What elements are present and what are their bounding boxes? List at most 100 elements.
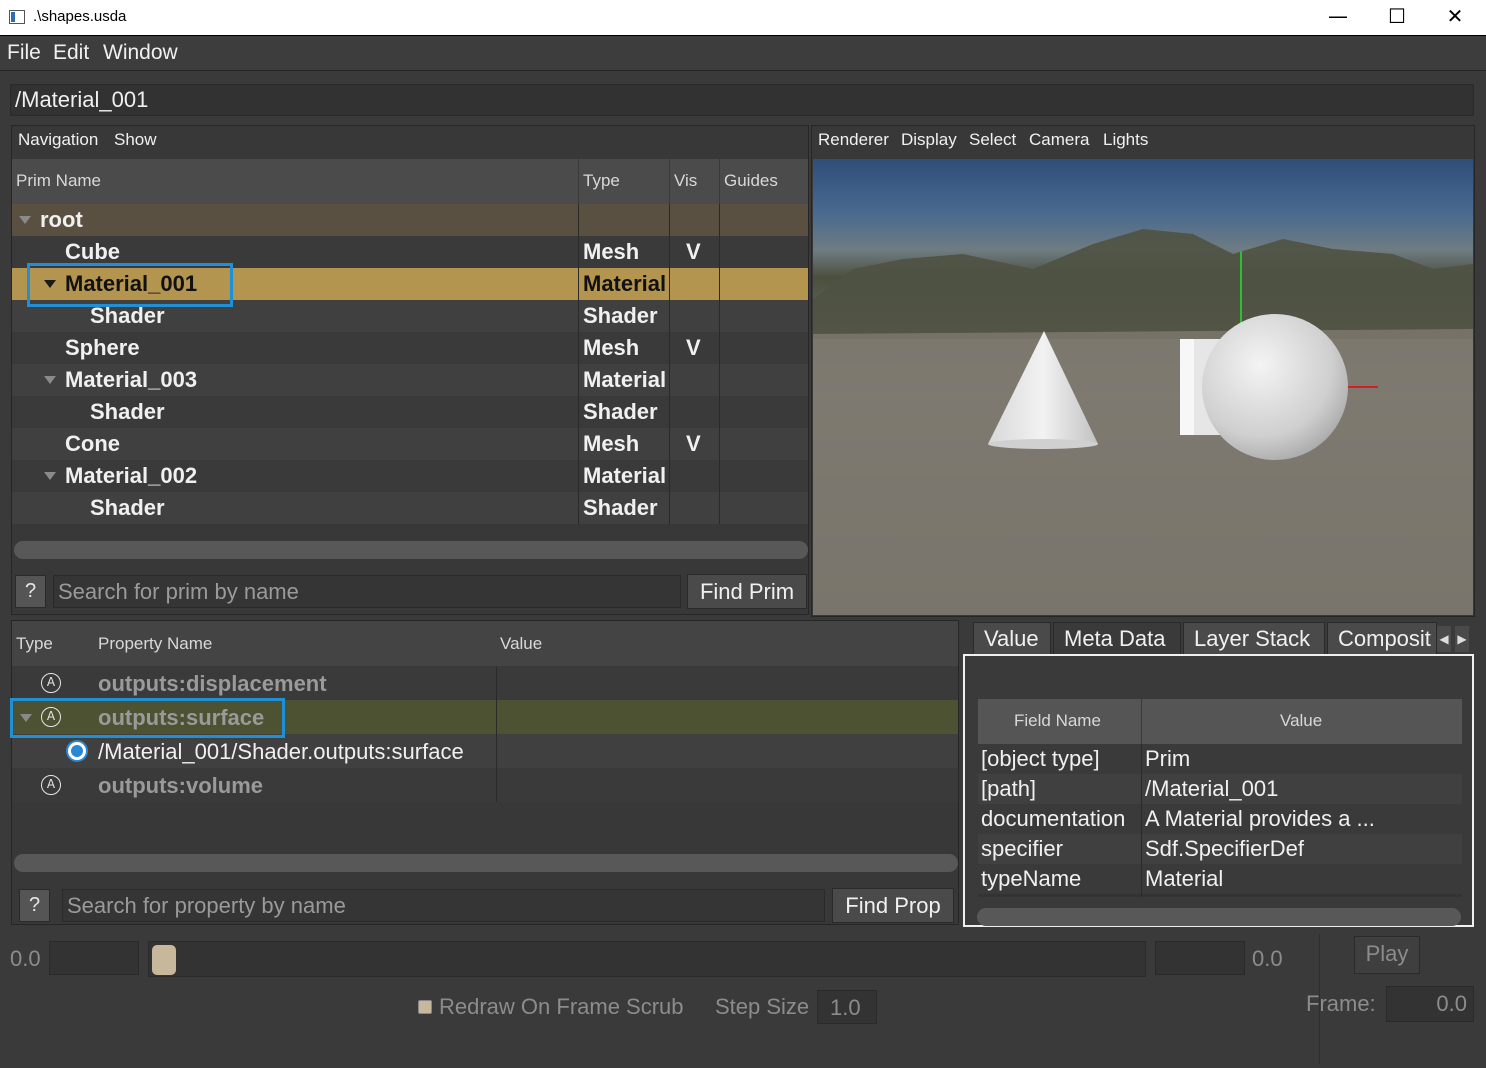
cube-face: [1180, 339, 1194, 435]
tab-value[interactable]: Value: [973, 622, 1051, 656]
close-button[interactable]: ✕: [1432, 0, 1478, 35]
mountains: [813, 229, 1473, 339]
property-search-input[interactable]: [63, 890, 824, 921]
column-divider: [496, 666, 497, 802]
menu-file[interactable]: File: [7, 41, 41, 65]
column-guides[interactable]: Guides: [724, 171, 778, 191]
column-prop-value[interactable]: Value: [500, 634, 542, 654]
minimize-button[interactable]: —: [1315, 0, 1361, 35]
menu-display[interactable]: Display: [901, 130, 957, 150]
frame-value: 0.0: [1436, 991, 1467, 1016]
prim-row-material-003[interactable]: Material_003 Material: [12, 364, 808, 396]
range-begin-input[interactable]: [49, 941, 139, 975]
menu-lights[interactable]: Lights: [1103, 130, 1148, 150]
horizontal-scrollbar[interactable]: [977, 908, 1461, 926]
prim-name: Cone: [65, 431, 120, 456]
expand-arrow-icon[interactable]: [44, 472, 56, 480]
menu-edit[interactable]: Edit: [53, 41, 89, 65]
meta-row[interactable]: [object type] Prim: [978, 744, 1462, 774]
expand-arrow-icon[interactable]: [19, 216, 31, 224]
prim-type: Mesh: [583, 431, 640, 456]
prim-row-material-002[interactable]: Material_002 Material: [12, 460, 808, 492]
prim-vis-toggle[interactable]: V: [686, 239, 701, 265]
title-bar: .\shapes.usda — ☐ ✕: [0, 0, 1486, 35]
menu-window[interactable]: Window: [103, 41, 178, 65]
menu-renderer[interactable]: Renderer: [818, 130, 889, 150]
meta-row[interactable]: [path] /Material_001: [978, 774, 1462, 804]
prim-type: Mesh: [583, 239, 640, 264]
prim-search-help-button[interactable]: ?: [15, 575, 46, 608]
meta-field: documentation: [981, 806, 1126, 831]
prim-path-field[interactable]: /Material_001: [10, 84, 1474, 116]
prim-type: Shader: [583, 495, 658, 520]
menu-navigation[interactable]: Navigation: [18, 130, 98, 150]
property-row-connection[interactable]: /Material_001/Shader.outputs:surface: [12, 734, 958, 768]
column-property-name[interactable]: Property Name: [98, 634, 212, 654]
menu-show[interactable]: Show: [114, 130, 157, 150]
app-icon: [9, 10, 25, 24]
prim-row-root[interactable]: root: [12, 204, 808, 236]
prim-search-input-box[interactable]: [53, 575, 681, 608]
property-search-help-button[interactable]: ?: [19, 889, 50, 922]
step-size-input[interactable]: 1.0: [817, 990, 877, 1024]
sphere-mesh: [1202, 314, 1348, 460]
column-prim-name[interactable]: Prim Name: [16, 171, 101, 191]
column-meta-value[interactable]: Value: [1280, 711, 1322, 731]
tab-layer-stack[interactable]: Layer Stack: [1183, 622, 1325, 656]
frame-slider-handle[interactable]: [152, 945, 176, 975]
prim-vis-toggle[interactable]: V: [686, 335, 701, 361]
inspector-panel: Value Meta Data Layer Stack Composit ◀ ▶…: [963, 622, 1474, 927]
maximize-button[interactable]: ☐: [1374, 0, 1420, 35]
3d-viewport[interactable]: [813, 159, 1473, 615]
column-field-name[interactable]: Field Name: [1014, 711, 1101, 731]
property-panel: Type Property Name Value A outputs:displ…: [10, 620, 959, 925]
menu-select[interactable]: Select: [969, 130, 1016, 150]
cone-base: [988, 439, 1098, 449]
prim-search-input[interactable]: [54, 576, 680, 607]
prim-name: Material_003: [65, 367, 198, 392]
meta-row[interactable]: documentation A Material provides a ...: [978, 804, 1462, 834]
highlight-box: [10, 698, 285, 738]
prim-vis-toggle[interactable]: V: [686, 431, 701, 457]
prim-name: Shader: [90, 399, 165, 424]
meta-row[interactable]: typeName Material: [978, 864, 1462, 894]
prim-path-text: /Material_001: [15, 87, 149, 112]
property-row-volume[interactable]: A outputs:volume: [12, 768, 958, 802]
property-search-input-box[interactable]: [62, 889, 825, 922]
tab-scroll-right-icon[interactable]: ▶: [1455, 626, 1469, 652]
find-prim-button[interactable]: Find Prim: [687, 574, 807, 609]
prim-name: Cube: [65, 239, 120, 264]
prim-name: Shader: [90, 495, 165, 520]
redraw-checkbox[interactable]: [418, 1000, 432, 1014]
menu-bar: File Edit Window: [0, 35, 1486, 71]
timeline-start-label: 0.0: [10, 946, 41, 971]
column-vis[interactable]: Vis: [674, 171, 697, 191]
range-end-input[interactable]: [1155, 941, 1245, 975]
tab-composition[interactable]: Composit: [1327, 622, 1437, 656]
prim-row-cone[interactable]: Cone Mesh V: [12, 428, 808, 460]
meta-value: Prim: [1145, 746, 1191, 771]
play-button[interactable]: Play: [1354, 936, 1420, 974]
meta-value: /Material_001: [1145, 776, 1279, 801]
attribute-icon: A: [41, 673, 61, 693]
window-title: .\shapes.usda: [33, 8, 127, 25]
column-type[interactable]: Type: [583, 171, 620, 191]
prim-row-sphere[interactable]: Sphere Mesh V: [12, 332, 808, 364]
menu-camera[interactable]: Camera: [1029, 130, 1089, 150]
prim-row-shader[interactable]: Shader Shader: [12, 492, 808, 524]
find-prop-button[interactable]: Find Prop: [832, 888, 954, 923]
horizontal-scrollbar[interactable]: [14, 541, 808, 559]
timeline-end-label: 0.0: [1252, 946, 1283, 971]
frame-input[interactable]: 0.0: [1386, 986, 1474, 1022]
prim-type: Shader: [583, 303, 658, 328]
tab-scroll-left-icon[interactable]: ◀: [1437, 626, 1451, 652]
property-row-displacement[interactable]: A outputs:displacement: [12, 666, 958, 700]
column-prop-type[interactable]: Type: [16, 634, 53, 654]
meta-row[interactable]: specifier Sdf.SpecifierDef: [978, 834, 1462, 864]
sand: [813, 329, 1473, 615]
frame-slider[interactable]: [148, 941, 1146, 977]
prim-row-shader[interactable]: Shader Shader: [12, 396, 808, 428]
expand-arrow-icon[interactable]: [44, 376, 56, 384]
horizontal-scrollbar[interactable]: [14, 854, 958, 872]
tab-meta-data[interactable]: Meta Data: [1053, 622, 1181, 656]
